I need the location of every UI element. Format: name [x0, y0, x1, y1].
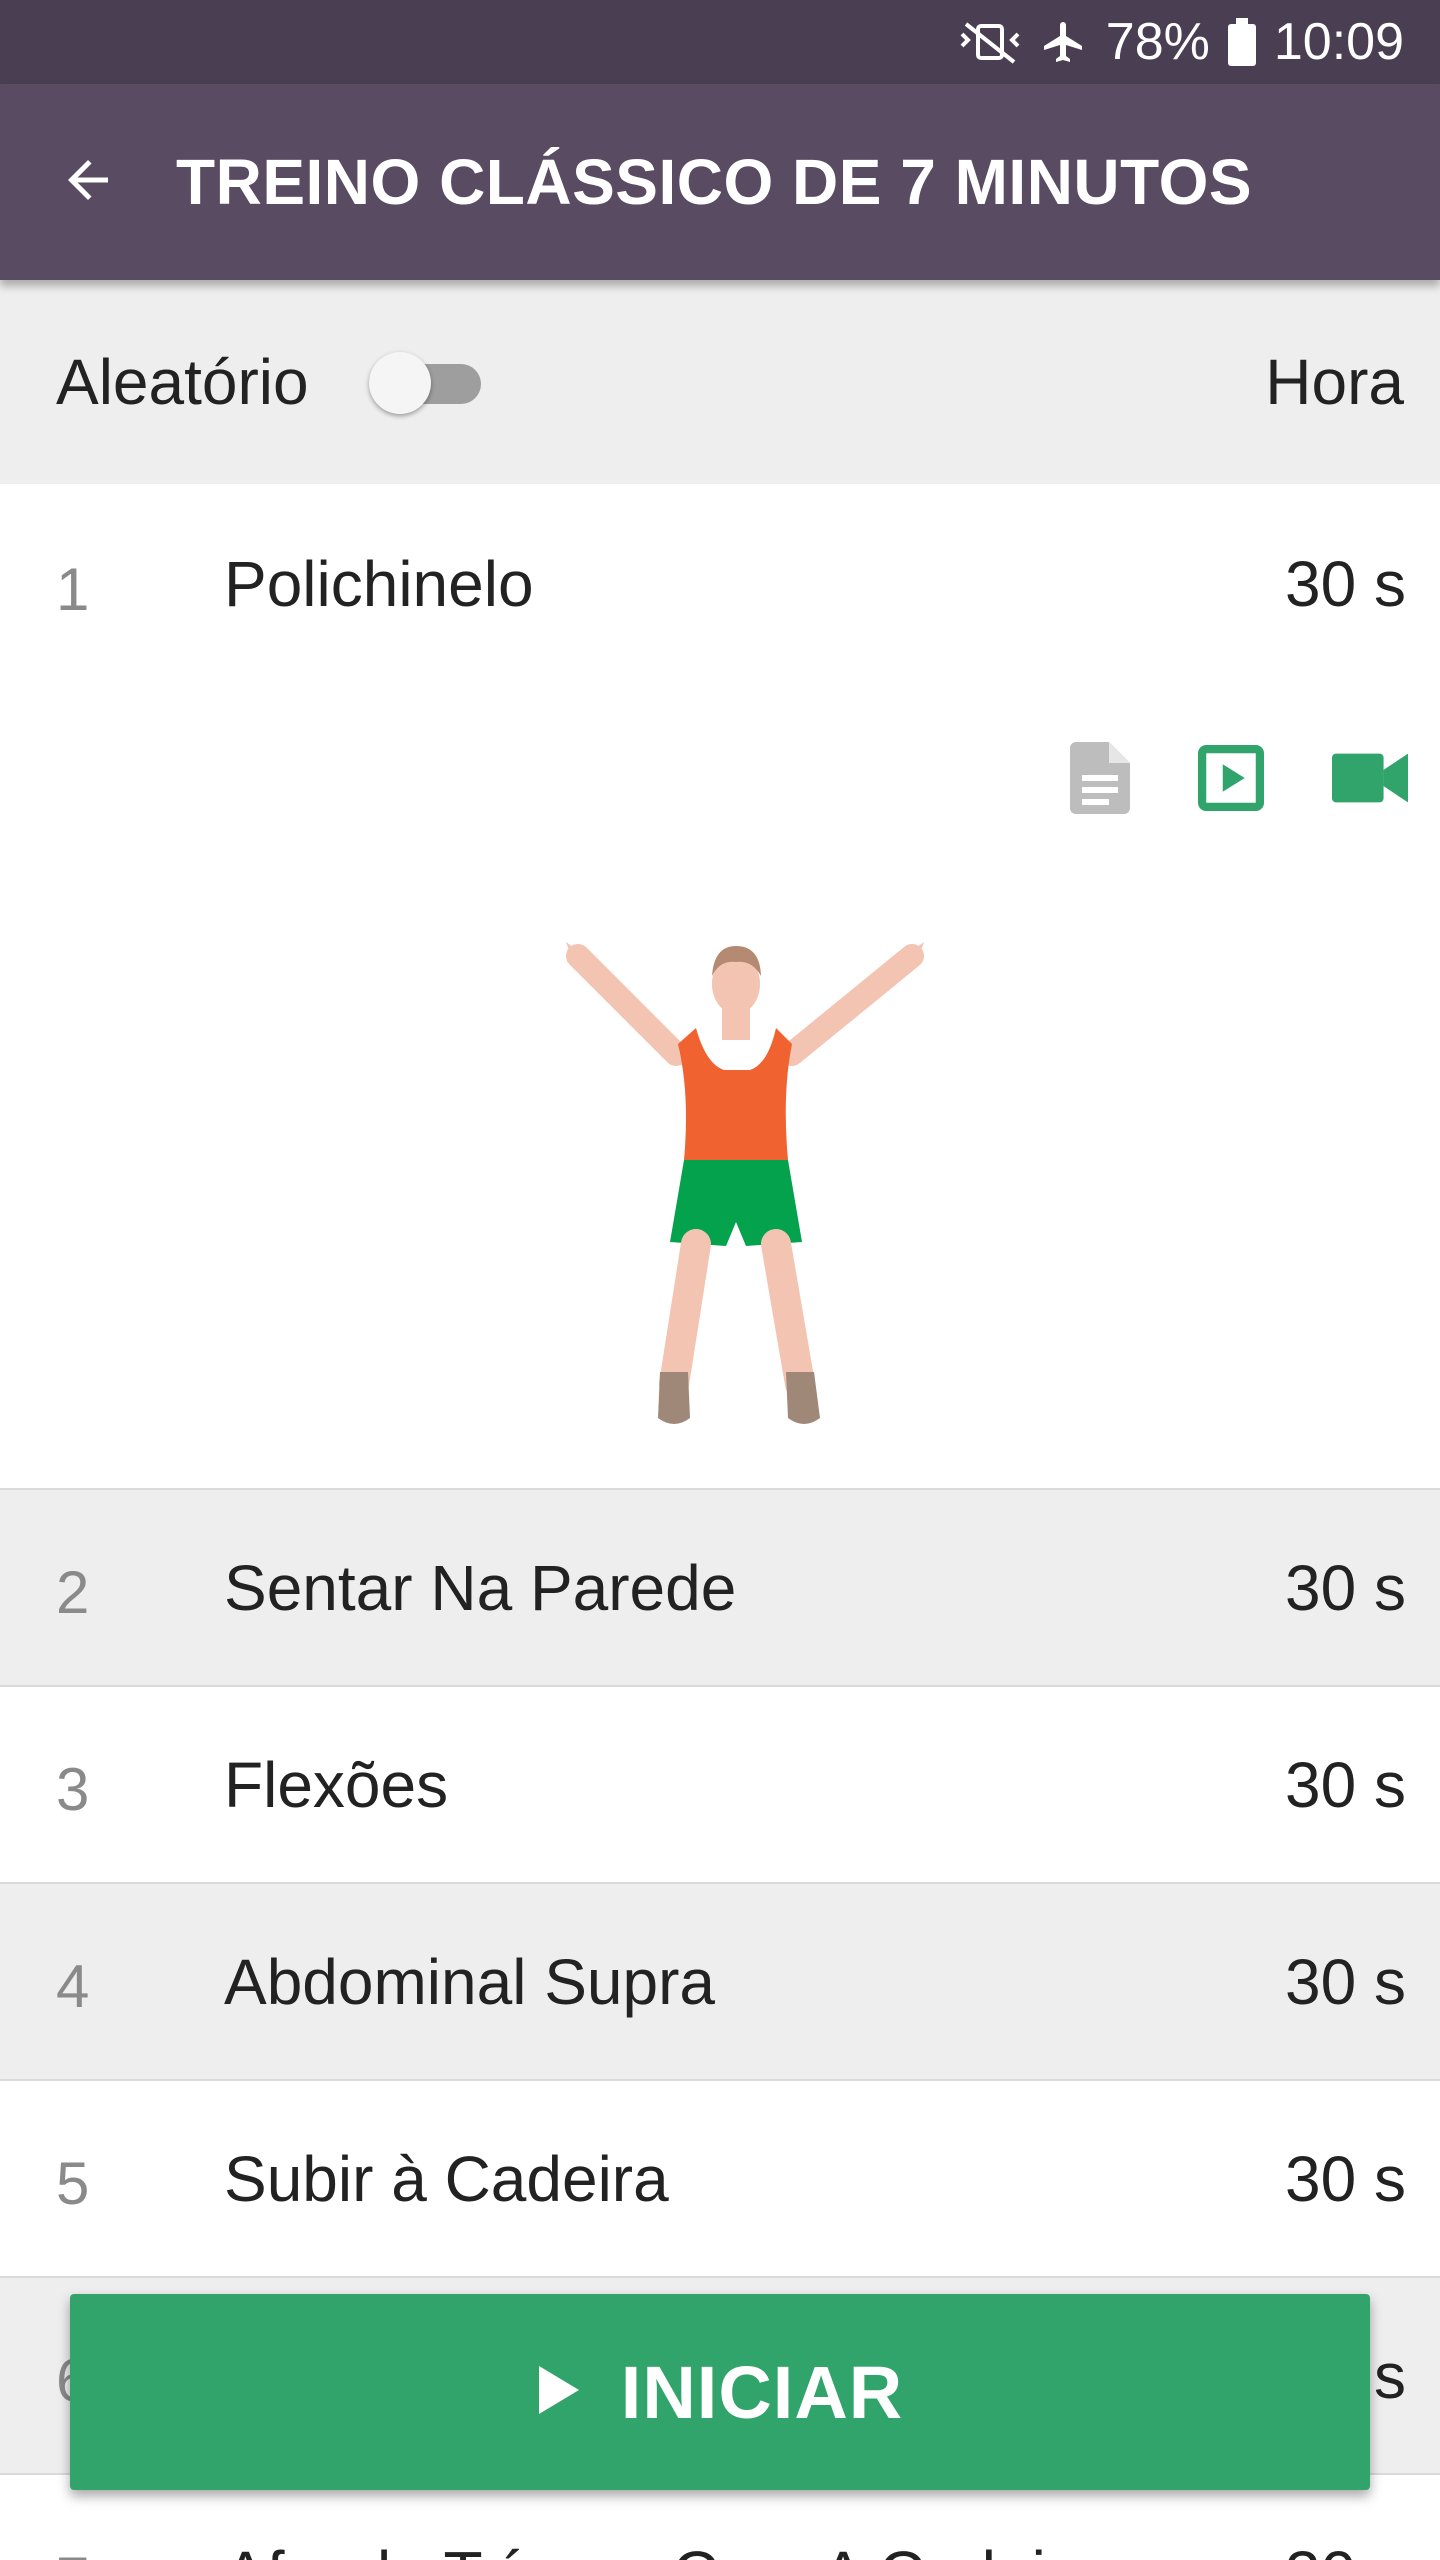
exercise-number: 5	[56, 2150, 90, 2217]
status-bar: 78% 10:09	[0, 0, 1440, 84]
shuffle-toggle[interactable]	[368, 342, 489, 422]
exercise-name: Sentar Na Parede	[224, 1551, 737, 1624]
exercise-duration: 30 s	[1285, 2142, 1406, 2215]
exercise-name: Subir à Cadeira	[224, 2142, 669, 2215]
exercise-illustration	[566, 942, 924, 1424]
exercise-name: Flexões	[224, 1748, 449, 1821]
battery-icon	[1227, 18, 1256, 66]
exercise-item[interactable]: 4 Abdominal Supra 30 s	[0, 1884, 1440, 2081]
exercise-number: 3	[56, 1756, 90, 1823]
exercise-duration: 30 s	[1285, 1945, 1406, 2018]
exercise-number: 4	[56, 1953, 90, 2020]
shuffle-label: Aleatório	[56, 346, 309, 418]
exercise-duration: 30 s	[1285, 1551, 1406, 1624]
clock: 10:09	[1273, 13, 1404, 71]
page-title: TREINO CLÁSSICO DE 7 MINUTOS	[176, 146, 1253, 218]
arrow-back-icon	[58, 150, 118, 215]
start-button[interactable]: INICIAR	[70, 2294, 1370, 2490]
play-icon	[537, 2364, 581, 2421]
airplane-icon	[1040, 18, 1088, 66]
battery-percent: 78%	[1105, 13, 1210, 71]
exercise-number: 2	[56, 1559, 90, 1626]
time-sort-button[interactable]: Hora	[1265, 345, 1404, 419]
exercise-item[interactable]: 2 Sentar Na Parede 30 s	[0, 1490, 1440, 1687]
exercise-header: 1 Polichinelo 30 s	[0, 484, 1440, 684]
video-icon[interactable]	[1332, 750, 1408, 811]
exercise-duration: 30 s	[1285, 2537, 1406, 2560]
exercise-duration: 30 s	[1285, 1748, 1406, 1821]
exercise-name: Abdominal Supra	[224, 1945, 715, 2018]
exercise-number: 1	[56, 555, 90, 623]
options-row: Aleatório Hora	[0, 280, 1440, 484]
media-icons	[1070, 742, 1408, 819]
exercise-name: Polichinelo	[224, 548, 534, 620]
play-animation-icon[interactable]	[1198, 745, 1264, 816]
back-button[interactable]	[0, 84, 176, 280]
vibrate-off-icon	[958, 20, 1022, 64]
exercise-name: Afundo Tríceps Com A Cadeira	[224, 2537, 1103, 2560]
exercise-item-expanded[interactable]: 1 Polichinelo 30 s	[0, 484, 1440, 1490]
exercise-item[interactable]: 3 Flexões 30 s	[0, 1687, 1440, 1884]
exercise-item[interactable]: 5 Subir à Cadeira 30 s	[0, 2081, 1440, 2278]
description-icon[interactable]	[1070, 742, 1130, 819]
exercise-number: 7	[56, 2534, 224, 2560]
app-bar: TREINO CLÁSSICO DE 7 MINUTOS	[0, 84, 1440, 280]
exercise-duration: 30 s	[1285, 548, 1406, 620]
start-button-label: INICIAR	[620, 2350, 904, 2434]
toggle-thumb	[368, 352, 431, 414]
